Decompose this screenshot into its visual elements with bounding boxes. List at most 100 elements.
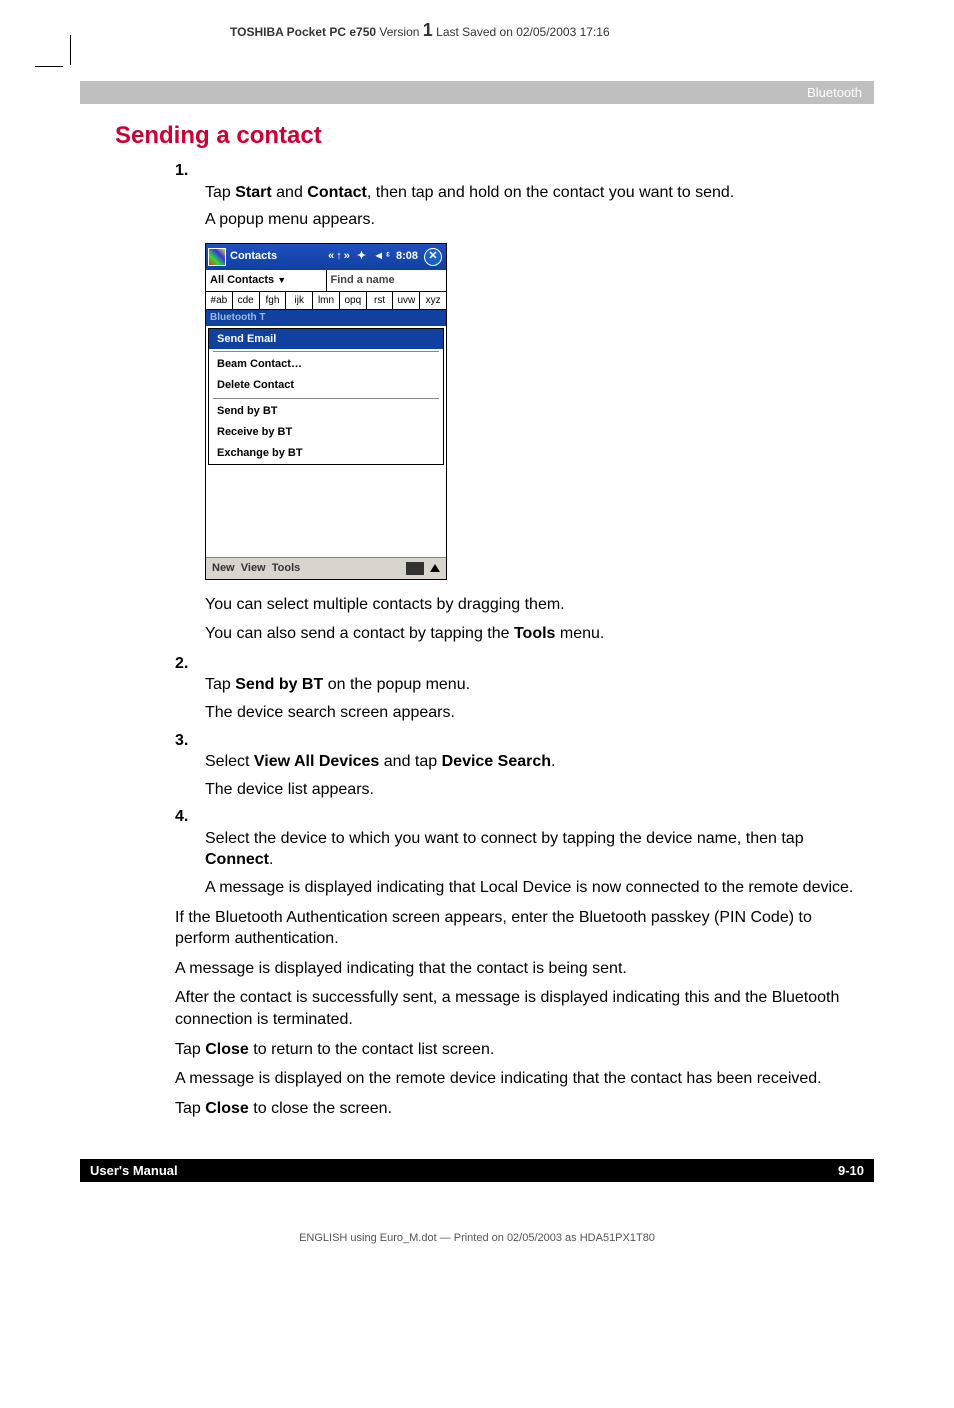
page-number: 9-10 <box>838 1163 864 1178</box>
step-sub: The device list appears. <box>205 779 865 801</box>
product-name: TOSHIBA Pocket PC e750 <box>230 25 376 39</box>
alpha-tab[interactable]: opq <box>340 292 367 311</box>
content: 1. Tap Start and Contact, then tap and h… <box>205 160 844 1119</box>
text: and tap <box>379 753 441 770</box>
text: Tap <box>175 1100 205 1117</box>
step-number: 3. <box>175 730 199 752</box>
bold: Send by BT <box>235 676 323 693</box>
text: You can also send a contact by tapping t… <box>205 625 514 642</box>
menu-item-receive-bt[interactable]: Receive by BT <box>209 422 443 443</box>
alpha-tab[interactable]: #ab <box>206 292 233 311</box>
filter-row: All Contacts ▼ Find a name <box>206 270 446 292</box>
bold: Device Search <box>442 753 551 770</box>
menubar: New View Tools <box>206 557 446 579</box>
breadcrumb-text: Bluetooth <box>807 85 862 100</box>
alpha-tab[interactable]: xyz <box>420 292 446 311</box>
text: , then tap and hold on the contact you w… <box>367 184 734 201</box>
step-list: 2. Tap Send by BT on the popup menu. The… <box>205 653 844 899</box>
window-title: Contacts <box>230 249 277 264</box>
version-label: Version <box>379 25 419 39</box>
step-number: 2. <box>175 653 199 675</box>
alpha-tabs: #ab cde fgh ijk lmn opq rst uvw xyz <box>206 292 446 311</box>
alpha-tab[interactable]: rst <box>367 292 394 311</box>
chevron-down-icon: ▼ <box>277 275 286 285</box>
text: on the popup menu. <box>323 676 470 693</box>
footer-bar: User's Manual 9-10 <box>80 1159 874 1182</box>
crop-mark <box>70 35 71 65</box>
footer-left: User's Manual <box>90 1163 178 1178</box>
paragraph: Tap Close to close the screen. <box>175 1098 844 1120</box>
text: to return to the contact list screen. <box>249 1041 494 1058</box>
titlebar[interactable]: Contacts «↑» ✦ ◄ᵋ 8:08 ✕ <box>206 244 446 270</box>
bold: View All Devices <box>254 753 379 770</box>
menu-item-send-bt[interactable]: Send by BT <box>209 401 443 422</box>
arrow-up-icon[interactable] <box>430 564 440 572</box>
step-number: 1. <box>175 160 199 182</box>
contact-row[interactable]: Bluetooth T <box>206 310 446 326</box>
step-body: Tap Start and Contact, then tap and hold… <box>205 182 865 231</box>
bold: Contact <box>307 184 367 201</box>
text: to close the screen. <box>249 1100 392 1117</box>
placeholder: Find a name <box>331 274 395 286</box>
menu-tools[interactable]: Tools <box>272 562 301 574</box>
step-2: 2. Tap Send by BT on the popup menu. The… <box>205 653 844 724</box>
note: You can also send a contact by tapping t… <box>205 623 844 645</box>
menu-item-send-email[interactable]: Send Email <box>209 329 443 350</box>
menu-item-delete[interactable]: Delete Contact <box>209 375 443 396</box>
step-3: 3. Select View All Devices and tap Devic… <box>205 730 844 801</box>
step-body: Select the device to which you want to c… <box>205 828 865 899</box>
paragraph: Tap Close to return to the contact list … <box>175 1039 844 1061</box>
bold: Connect <box>205 851 269 868</box>
list-area <box>206 467 446 557</box>
text: menu. <box>555 625 604 642</box>
alpha-tab[interactable]: lmn <box>313 292 340 311</box>
paragraph: A message is displayed on the remote dev… <box>175 1068 844 1090</box>
step-sub: The device search screen appears. <box>205 702 865 724</box>
step-1: 1. Tap Start and Contact, then tap and h… <box>205 160 844 231</box>
text: . <box>269 851 273 868</box>
breadcrumb: Bluetooth <box>80 81 874 104</box>
step-sub: A popup menu appears. <box>205 209 865 231</box>
context-menu: Send Email Beam Contact… Delete Contact … <box>208 328 444 465</box>
keyboard-icon[interactable] <box>406 562 424 575</box>
step-body: Select View All Devices and tap Device S… <box>205 751 865 800</box>
running-header: TOSHIBA Pocket PC e750 Version 1 Last Sa… <box>230 20 874 41</box>
bold: Close <box>205 1041 249 1058</box>
dropdown-label: All Contacts <box>210 274 274 286</box>
alpha-tab[interactable]: fgh <box>260 292 287 311</box>
find-input[interactable]: Find a name <box>327 270 447 291</box>
paragraph: After the contact is successfully sent, … <box>175 987 844 1030</box>
alpha-tab[interactable]: uvw <box>393 292 420 311</box>
start-icon[interactable] <box>208 248 226 266</box>
step-body: Tap Send by BT on the popup menu. The de… <box>205 674 865 723</box>
divider <box>213 351 439 352</box>
menu-new[interactable]: New <box>212 562 235 574</box>
saved-timestamp: Last Saved on 02/05/2003 17:16 <box>436 25 609 39</box>
text: Tap <box>175 1041 205 1058</box>
print-footer: ENGLISH using Euro_M.dot — Printed on 02… <box>80 1232 874 1244</box>
bold: Start <box>235 184 271 201</box>
step-4: 4. Select the device to which you want t… <box>205 806 844 898</box>
version-number: 1 <box>423 20 433 40</box>
alpha-tab[interactable]: cde <box>233 292 260 311</box>
alpha-tab[interactable]: ijk <box>286 292 313 311</box>
category-dropdown[interactable]: All Contacts ▼ <box>206 270 327 291</box>
status-icons: «↑» ✦ ◄ᵋ <box>328 249 392 264</box>
bold: Tools <box>514 625 555 642</box>
step-list: 1. Tap Start and Contact, then tap and h… <box>205 160 844 231</box>
menu-view[interactable]: View <box>241 562 266 574</box>
paragraph: If the Bluetooth Authentication screen a… <box>175 907 844 950</box>
text: Tap <box>205 184 235 201</box>
step-number: 4. <box>175 806 199 828</box>
menubar-left: New View Tools <box>212 561 300 576</box>
crop-mark <box>35 66 63 67</box>
menubar-right <box>406 562 440 575</box>
page: TOSHIBA Pocket PC e750 Version 1 Last Sa… <box>0 0 954 1284</box>
text: and <box>272 184 308 201</box>
menu-item-exchange-bt[interactable]: Exchange by BT <box>209 443 443 464</box>
embedded-screenshot: Contacts «↑» ✦ ◄ᵋ 8:08 ✕ All Contacts ▼ … <box>205 243 447 580</box>
close-icon[interactable]: ✕ <box>424 248 442 266</box>
text: Select <box>205 753 254 770</box>
menu-item-beam[interactable]: Beam Contact… <box>209 354 443 375</box>
text: Select the device to which you want to c… <box>205 830 804 847</box>
